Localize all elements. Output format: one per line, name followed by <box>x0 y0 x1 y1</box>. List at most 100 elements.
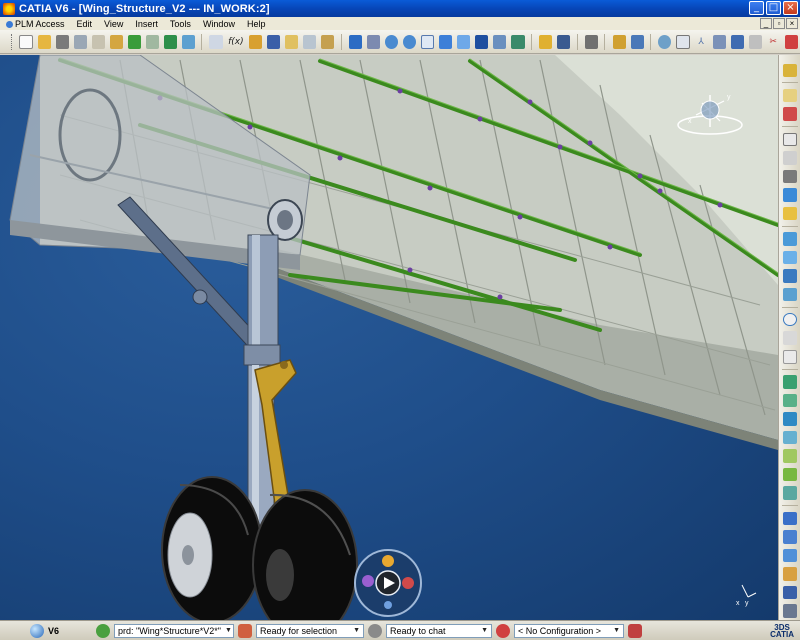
menu-tools[interactable]: Tools <box>164 19 197 29</box>
toolbar-handle[interactable] <box>11 33 14 50</box>
open-folder-icon[interactable] <box>37 34 51 49</box>
undo-icon[interactable] <box>127 34 141 49</box>
spline-icon[interactable] <box>782 349 797 364</box>
menu-plm-access[interactable]: PLM Access <box>0 19 71 29</box>
line-icon[interactable] <box>782 151 797 165</box>
iso-view-icon[interactable] <box>457 34 471 49</box>
robot-top-icon[interactable] <box>382 555 394 567</box>
axis-system-icon[interactable]: ⅄ <box>695 35 708 49</box>
swap-space-icon[interactable] <box>511 34 525 49</box>
publish-icon[interactable] <box>612 34 626 49</box>
scissors-icon[interactable]: ✂ <box>767 35 780 49</box>
refresh-icon[interactable] <box>658 34 672 49</box>
pattern-icon[interactable] <box>782 585 797 600</box>
grid-icon[interactable] <box>712 34 726 49</box>
hide-show-icon[interactable] <box>493 34 507 49</box>
minimize-button[interactable]: _ <box>749 1 764 15</box>
paste-icon[interactable] <box>109 34 123 49</box>
v6-indicator[interactable]: V6 <box>0 623 92 638</box>
parameters-icon[interactable] <box>321 34 335 49</box>
robot-bottom-icon[interactable] <box>384 601 392 609</box>
redo-icon[interactable] <box>145 34 159 49</box>
menu-view[interactable]: View <box>98 19 129 29</box>
polyline-icon[interactable] <box>782 169 797 184</box>
curvature-icon[interactable] <box>782 530 797 544</box>
measure-icon[interactable] <box>303 34 317 49</box>
plane-icon[interactable] <box>782 206 797 221</box>
zoom-in-icon[interactable] <box>385 34 399 49</box>
translate-icon[interactable] <box>782 486 797 500</box>
join-icon[interactable] <box>782 375 797 389</box>
workbench-icon[interactable] <box>782 63 797 77</box>
doc-minimize-button[interactable]: _ <box>760 18 772 29</box>
robot-right-icon[interactable] <box>402 577 414 589</box>
configuration-dropdown[interactable]: < No Configuration > ▼ <box>514 623 624 638</box>
fit-all-icon[interactable] <box>421 34 435 49</box>
draft-icon[interactable] <box>782 567 797 581</box>
status-tool-icon[interactable] <box>628 623 642 638</box>
trim-icon[interactable] <box>782 430 797 445</box>
formula-icon[interactable]: f(x) <box>228 35 245 49</box>
maximize-button[interactable]: □ <box>766 1 781 15</box>
navigation-robot[interactable] <box>354 549 422 617</box>
chat-icon[interactable] <box>368 623 382 638</box>
rotate-icon[interactable] <box>367 34 381 49</box>
zoom-out-icon[interactable] <box>403 34 417 49</box>
knowledge-icon[interactable] <box>249 34 263 49</box>
catia-app-icon <box>3 2 15 15</box>
revolve-icon[interactable] <box>782 250 797 265</box>
split-icon[interactable] <box>782 412 797 426</box>
prd-icon[interactable] <box>96 623 110 638</box>
law-icon[interactable] <box>285 34 299 49</box>
pan-icon[interactable] <box>349 34 363 49</box>
close-button[interactable]: × <box>783 1 798 15</box>
compass-toggle-icon[interactable] <box>748 34 762 49</box>
analysis-icon[interactable] <box>782 511 797 526</box>
document-dropdown[interactable]: prd: "Wing*Structure*V2*" ▼ <box>114 623 234 638</box>
properties-icon[interactable] <box>557 34 571 49</box>
selection-icon[interactable] <box>238 623 252 638</box>
doc-restore-button[interactable]: ▫ <box>773 18 785 29</box>
fillet-icon[interactable] <box>782 393 797 408</box>
menu-help[interactable]: Help <box>241 19 272 29</box>
cut-icon[interactable] <box>73 34 87 49</box>
sphere-icon[interactable] <box>782 331 797 345</box>
point-icon[interactable] <box>782 188 797 202</box>
normal-view-icon[interactable] <box>439 34 453 49</box>
distance-icon[interactable] <box>782 548 797 563</box>
3d-viewport[interactable]: x y x y <box>0 55 778 620</box>
update-icon[interactable] <box>163 34 177 49</box>
copy-icon[interactable] <box>91 34 105 49</box>
menu-window[interactable]: Window <box>197 19 241 29</box>
robot-left-icon[interactable] <box>362 575 374 587</box>
select-icon[interactable] <box>782 88 797 103</box>
scissor-tool-icon[interactable] <box>782 107 797 121</box>
configuration-icon[interactable] <box>496 623 510 638</box>
clock-icon[interactable] <box>676 34 690 49</box>
select-arrow-icon[interactable] <box>209 34 223 49</box>
circle-icon[interactable] <box>782 312 797 327</box>
loft-icon[interactable] <box>782 287 797 302</box>
new-document-icon[interactable] <box>19 34 33 49</box>
shading-icon[interactable] <box>475 34 489 49</box>
doc-close-button[interactable]: × <box>786 18 798 29</box>
thicken-icon[interactable] <box>782 467 797 482</box>
camera-icon[interactable] <box>584 34 598 49</box>
more-tools-icon[interactable] <box>784 34 798 49</box>
material-icon[interactable] <box>539 34 553 49</box>
extrude-icon[interactable] <box>782 232 797 246</box>
menu-edit[interactable]: Edit <box>71 19 99 29</box>
snap-icon[interactable] <box>730 34 744 49</box>
mirror-icon[interactable] <box>782 604 797 618</box>
chat-status-dropdown[interactable]: Ready to chat ▼ <box>386 623 492 638</box>
layers-icon[interactable] <box>630 34 644 49</box>
save-icon[interactable] <box>55 34 69 49</box>
wing-landing-gear-scene[interactable]: x y x y <box>0 55 778 620</box>
menu-insert[interactable]: Insert <box>129 19 164 29</box>
sketch-icon[interactable] <box>782 132 797 147</box>
selection-status-dropdown[interactable]: Ready for selection ▼ <box>256 623 364 638</box>
table-icon[interactable] <box>267 34 281 49</box>
offset-icon[interactable] <box>782 449 797 463</box>
whats-this-icon[interactable] <box>181 34 195 49</box>
sweep-icon[interactable] <box>782 269 797 283</box>
